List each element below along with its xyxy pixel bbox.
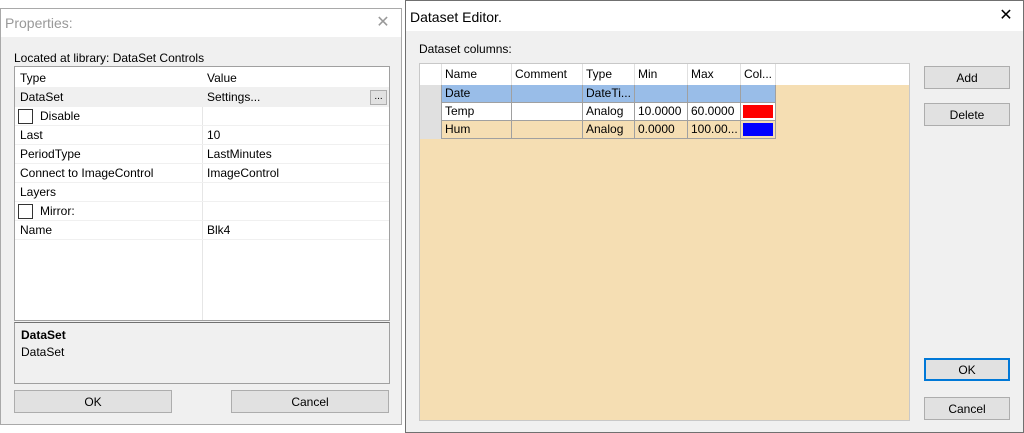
cell-type[interactable]: DateTi... xyxy=(583,85,635,103)
header-type: Type xyxy=(20,71,47,85)
property-name: Last xyxy=(20,128,43,142)
column-divider xyxy=(202,202,203,220)
ellipsis-button[interactable]: ... xyxy=(370,90,387,105)
header-name[interactable]: Name xyxy=(442,64,512,85)
property-row-last[interactable]: Last 10 xyxy=(15,126,389,145)
property-name: Name xyxy=(20,223,53,237)
table-row[interactable]: Hum Analog 0.0000 100.00... xyxy=(420,121,776,139)
cell-name[interactable]: Date xyxy=(442,85,512,103)
row-selector-column xyxy=(420,139,442,420)
cell-comment[interactable] xyxy=(512,121,583,139)
header-max[interactable]: Max xyxy=(688,64,741,85)
properties-titlebar: Properties: ✕ xyxy=(1,9,401,37)
dataset-grid: Name Comment Type Min Max Col... Date Da… xyxy=(419,63,910,421)
property-row-name[interactable]: Name Blk4 xyxy=(15,221,389,240)
property-name: Layers xyxy=(20,185,57,199)
property-name: Connect to ImageControl xyxy=(20,166,154,180)
header-comment[interactable]: Comment xyxy=(512,64,583,85)
color-swatch-red xyxy=(743,105,773,118)
description-pane: DataSet DataSet xyxy=(14,322,390,384)
property-name: DataSet xyxy=(20,90,64,104)
dataset-editor-titlebar: Dataset Editor. ✕ xyxy=(406,1,1023,31)
disable-checkbox[interactable] xyxy=(18,109,33,124)
ok-button[interactable]: OK xyxy=(14,390,172,413)
header-min[interactable]: Min xyxy=(635,64,688,85)
row-selector[interactable] xyxy=(420,121,442,139)
column-divider xyxy=(202,221,203,239)
description-text: DataSet xyxy=(21,345,65,359)
color-swatch-blue xyxy=(743,123,773,136)
add-button[interactable]: Add xyxy=(924,66,1010,89)
dataset-editor-window: Dataset Editor. ✕ Dataset columns: Name … xyxy=(405,0,1024,433)
property-value: LastMinutes xyxy=(207,147,272,161)
cell-max[interactable]: 100.00... xyxy=(688,121,741,139)
cell-name[interactable]: Hum xyxy=(442,121,512,139)
column-divider xyxy=(202,107,203,125)
header-type[interactable]: Type xyxy=(583,64,635,85)
cell-comment[interactable] xyxy=(512,85,583,103)
property-name: Disable xyxy=(40,109,81,123)
row-selector[interactable] xyxy=(420,103,442,121)
description-title: DataSet xyxy=(21,328,66,342)
header-rowselector xyxy=(420,64,442,85)
property-row-connect[interactable]: Connect to ImageControl ImageControl xyxy=(15,164,389,183)
property-value: ImageControl xyxy=(207,166,280,180)
property-value: Blk4 xyxy=(207,223,231,237)
library-label: Located at library: DataSet Controls xyxy=(14,51,205,65)
cell-min[interactable] xyxy=(635,85,688,103)
property-row-periodtype[interactable]: PeriodType LastMinutes xyxy=(15,145,389,164)
cell-min[interactable]: 0.0000 xyxy=(635,121,688,139)
cell-color[interactable] xyxy=(741,103,776,121)
mirror-checkbox[interactable] xyxy=(18,204,33,219)
property-row-layers[interactable]: Layers xyxy=(15,183,389,202)
column-divider xyxy=(202,164,203,182)
property-name: Mirror: xyxy=(40,204,75,218)
table-row[interactable]: Temp Analog 10.0000 60.0000 xyxy=(420,103,776,121)
property-name: PeriodType xyxy=(20,147,81,161)
delete-button[interactable]: Delete xyxy=(924,103,1010,126)
cell-min[interactable]: 10.0000 xyxy=(635,103,688,121)
property-grid-header: Type Value xyxy=(15,69,389,88)
header-color[interactable]: Col... xyxy=(741,64,776,85)
column-divider xyxy=(202,183,203,201)
cell-type[interactable]: Analog xyxy=(583,103,635,121)
property-row-disable[interactable]: Disable xyxy=(15,107,389,126)
properties-window: Properties: ✕ Located at library: DataSe… xyxy=(0,8,402,425)
close-icon[interactable]: ✕ xyxy=(374,14,392,32)
cell-name[interactable]: Temp xyxy=(442,103,512,121)
property-value: Settings... xyxy=(207,90,261,104)
properties-title: Properties: xyxy=(5,15,73,31)
cell-type[interactable]: Analog xyxy=(583,121,635,139)
property-value: 10 xyxy=(207,128,221,142)
cell-color[interactable] xyxy=(741,121,776,139)
column-divider xyxy=(202,145,203,163)
cell-max[interactable]: 60.0000 xyxy=(688,103,741,121)
cell-color[interactable] xyxy=(741,85,776,103)
property-grid: Type Value DataSet Settings... ... Disab… xyxy=(14,66,390,321)
property-row-mirror[interactable]: Mirror: xyxy=(15,202,389,221)
column-divider xyxy=(202,126,203,144)
cancel-button[interactable]: Cancel xyxy=(924,397,1010,420)
ok-button[interactable]: OK xyxy=(924,358,1010,381)
dataset-columns-label: Dataset columns: xyxy=(419,42,512,56)
cell-max[interactable] xyxy=(688,85,741,103)
header-value: Value xyxy=(207,71,237,85)
close-icon[interactable]: ✕ xyxy=(997,7,1015,25)
row-selector[interactable] xyxy=(420,85,442,103)
table-row[interactable]: Date DateTi... xyxy=(420,85,776,103)
property-row-dataset[interactable]: DataSet Settings... ... xyxy=(15,88,389,107)
column-divider-extension xyxy=(202,240,203,320)
dataset-grid-header: Name Comment Type Min Max Col... xyxy=(420,64,909,85)
dataset-editor-title: Dataset Editor. xyxy=(410,9,502,25)
cell-comment[interactable] xyxy=(512,103,583,121)
cancel-button[interactable]: Cancel xyxy=(231,390,389,413)
